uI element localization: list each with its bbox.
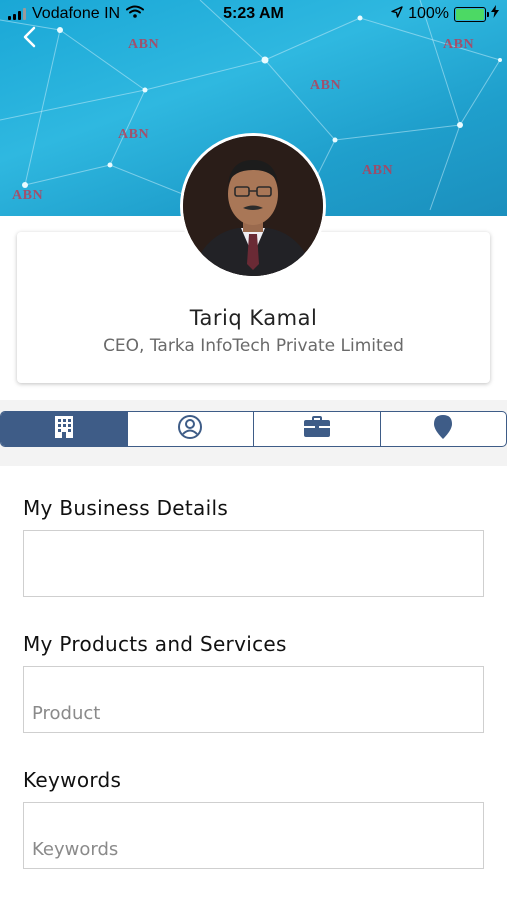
tab-personal[interactable] (128, 412, 254, 446)
business-details-input[interactable] (24, 531, 483, 596)
avatar (180, 133, 326, 279)
status-bar: Vodafone IN 5:23 AM 100% (0, 0, 507, 28)
profile-tabs (0, 411, 507, 447)
profile-name: Tariq Kamal (189, 306, 318, 330)
business-details-label: My Business Details (23, 496, 229, 520)
business-details-field[interactable] (23, 530, 484, 597)
briefcase-icon (303, 415, 331, 443)
product-input[interactable] (24, 667, 483, 732)
location-arrow-icon (391, 5, 403, 23)
profile-title: CEO, Tarka InfoTech Private Limited (103, 336, 404, 356)
user-circle-icon (177, 414, 203, 445)
tab-location[interactable] (381, 412, 507, 446)
watermark-logo: ABN (310, 78, 342, 93)
keywords-field[interactable] (23, 802, 484, 869)
tab-business[interactable] (1, 412, 128, 446)
battery-percent: 100% (408, 5, 449, 22)
watermark-logo: ABN (443, 37, 475, 52)
keywords-input[interactable] (24, 803, 483, 868)
watermark-logo: ABN (362, 163, 394, 178)
location-pin-icon (433, 414, 453, 445)
products-services-label: My Products and Services (23, 632, 287, 656)
product-field[interactable] (23, 666, 484, 733)
watermark-logo: ABN (12, 188, 44, 203)
back-chevron-icon[interactable] (22, 26, 36, 53)
profile-photo (183, 136, 323, 276)
keywords-label: Keywords (23, 768, 122, 792)
charging-icon (491, 5, 499, 23)
tab-work[interactable] (254, 412, 381, 446)
watermark-logo: ABN (118, 127, 150, 142)
watermark-logo: ABN (128, 37, 160, 52)
battery-icon (454, 6, 489, 22)
building-icon (54, 415, 74, 444)
